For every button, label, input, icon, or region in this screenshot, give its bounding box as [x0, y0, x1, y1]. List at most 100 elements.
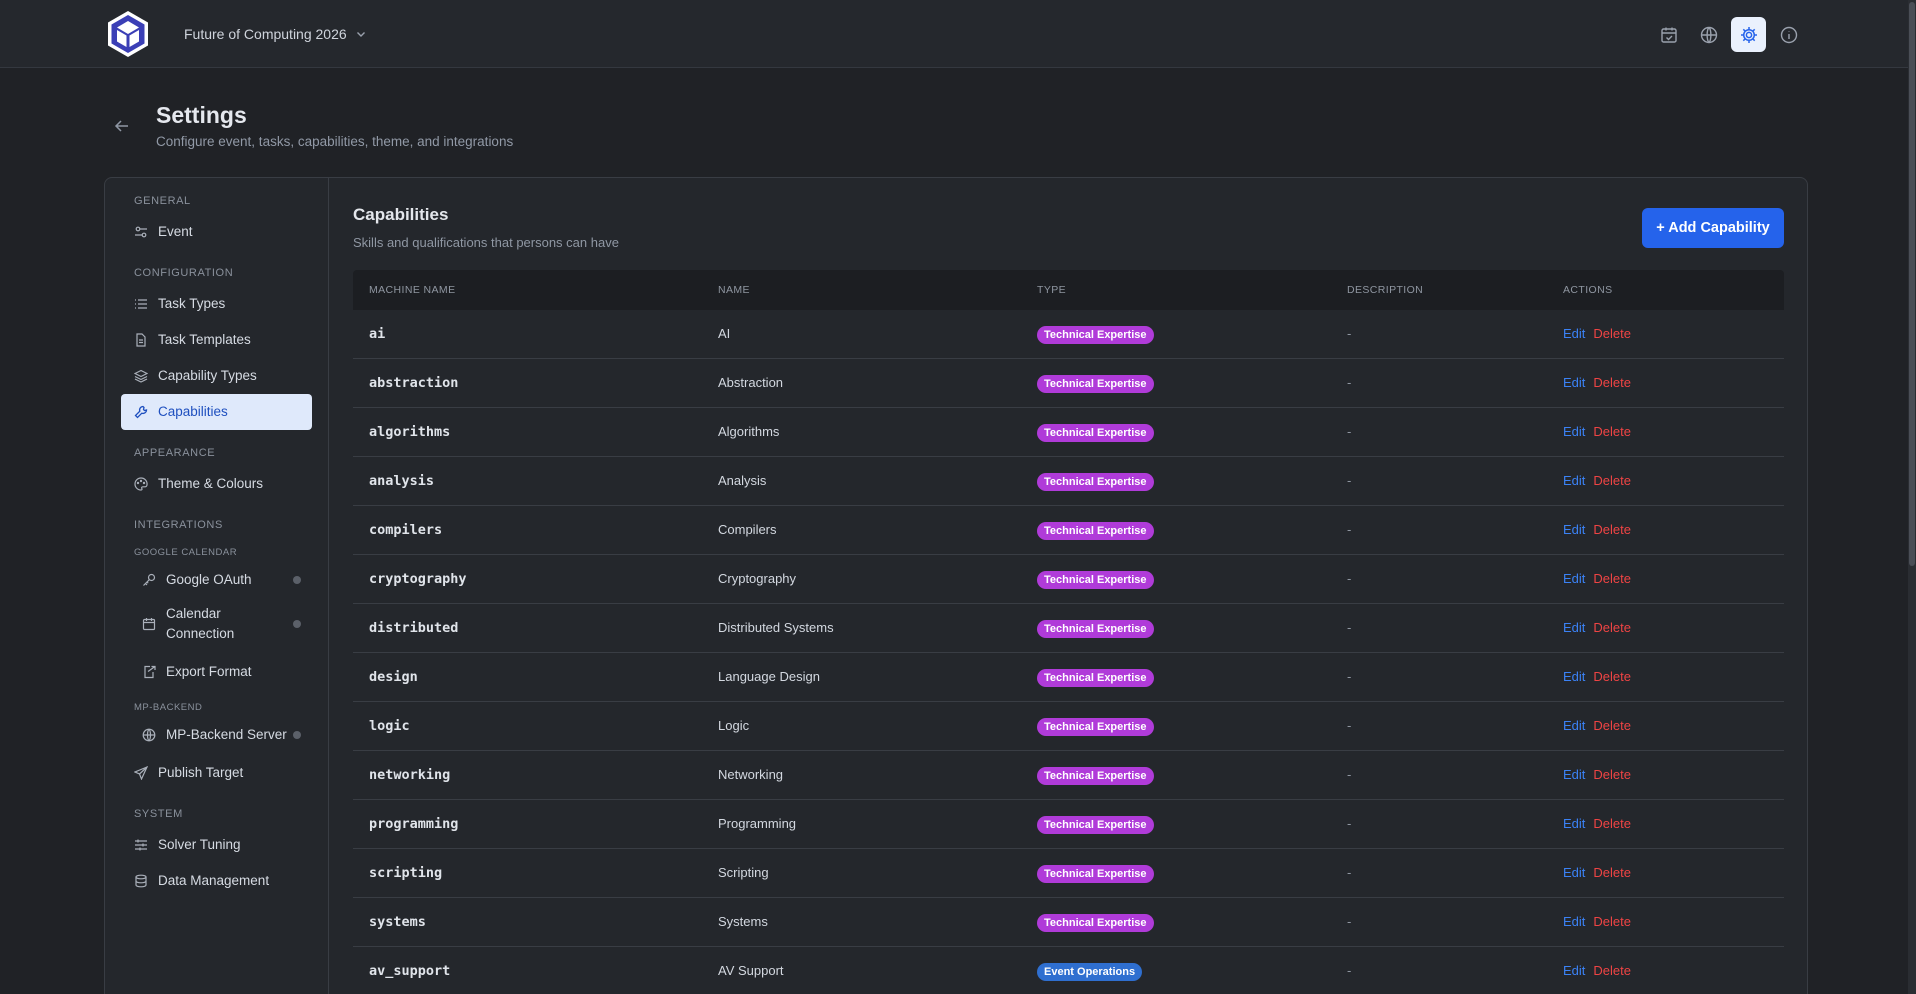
delete-button[interactable]: Delete: [1593, 963, 1631, 978]
type-badge: Technical Expertise: [1037, 374, 1154, 393]
delete-button[interactable]: Delete: [1593, 620, 1631, 635]
sidebar-item-label: Calendar Connection: [166, 606, 235, 641]
delete-button[interactable]: Delete: [1593, 767, 1631, 782]
edit-button[interactable]: Edit: [1563, 326, 1585, 341]
sidebar-item-label: MP-Backend Server: [166, 727, 287, 743]
type-badge: Technical Expertise: [1037, 717, 1154, 736]
globe-icon[interactable]: [1691, 17, 1726, 52]
scrollbar-thumb[interactable]: [1909, 2, 1915, 566]
delete-button[interactable]: Delete: [1593, 424, 1631, 439]
section-general: GENERAL: [134, 195, 191, 207]
edit-button[interactable]: Edit: [1563, 865, 1585, 880]
info-icon[interactable]: [1771, 17, 1806, 52]
machine-name: systems: [369, 914, 426, 930]
delete-button[interactable]: Delete: [1593, 473, 1631, 488]
sidebar-item-label: Solver Tuning: [158, 837, 241, 853]
column-header-type[interactable]: TYPE: [1037, 284, 1347, 296]
capability-name: Distributed Systems: [718, 620, 834, 635]
edit-button[interactable]: Edit: [1563, 718, 1585, 733]
edit-button[interactable]: Edit: [1563, 473, 1585, 488]
type-badge: Technical Expertise: [1037, 864, 1154, 883]
scrollbar[interactable]: [1908, 0, 1916, 994]
sidebar-item-task-templates[interactable]: Task Templates: [121, 322, 312, 358]
chevron-down-icon: [356, 32, 365, 37]
status-dot: [293, 731, 301, 739]
sidebar-item-event[interactable]: Event: [121, 214, 312, 250]
delete-button[interactable]: Delete: [1593, 522, 1631, 537]
edit-button[interactable]: Edit: [1563, 914, 1585, 929]
edit-button[interactable]: Edit: [1563, 571, 1585, 586]
delete-button[interactable]: Delete: [1593, 816, 1631, 831]
page-title: Settings: [156, 102, 247, 128]
sidebar-item-data-management[interactable]: Data Management: [121, 863, 312, 899]
back-arrow-icon[interactable]: [112, 116, 132, 136]
capability-name: Cryptography: [718, 571, 797, 586]
sidebar-item-label: Capabilities: [158, 404, 228, 420]
sidebar-item-task-types[interactable]: Task Types: [121, 286, 312, 322]
edit-button[interactable]: Edit: [1563, 816, 1585, 831]
delete-button[interactable]: Delete: [1593, 718, 1631, 733]
sidebar-item-google-oauth[interactable]: Google OAuth: [121, 562, 312, 598]
add-capability-button[interactable]: + Add Capability: [1642, 208, 1784, 248]
sidebar-item-publish-target[interactable]: Publish Target: [121, 755, 312, 791]
capability-description: -: [1347, 718, 1352, 733]
event-selector[interactable]: Future of Computing 2026: [184, 26, 367, 42]
sidebar-item-solver-tuning[interactable]: Solver Tuning: [121, 827, 312, 863]
app-logo[interactable]: [106, 10, 150, 58]
sliders-icon: [135, 226, 147, 238]
settings-sidebar: GENERAL Event CONFIGURATION Task Types T…: [105, 178, 329, 994]
sidebar-item-export-format[interactable]: Export Format: [121, 654, 312, 690]
type-badge: Technical Expertise: [1037, 423, 1154, 442]
section-title: Capabilities: [353, 205, 449, 224]
edit-button[interactable]: Edit: [1563, 669, 1585, 684]
layers-icon: [134, 369, 148, 383]
sidebar-item-capability-types[interactable]: Capability Types: [121, 358, 312, 394]
database-icon: [135, 874, 147, 888]
calendar-check-icon[interactable]: [1651, 17, 1686, 52]
delete-button[interactable]: Delete: [1593, 669, 1631, 684]
export-icon: [144, 665, 156, 679]
machine-name: scripting: [369, 865, 443, 881]
event-name: Future of Computing 2026: [184, 26, 347, 42]
capability-name: Logic: [718, 718, 750, 733]
delete-button[interactable]: Delete: [1593, 375, 1631, 390]
capability-name: Language Design: [718, 669, 820, 684]
table-row: compilers Compilers Technical Expertise - Ed…: [353, 506, 1784, 555]
sidebar-item-theme[interactable]: Theme & Colours: [121, 466, 312, 502]
column-header-name[interactable]: NAME: [718, 284, 1037, 296]
delete-button[interactable]: Delete: [1593, 571, 1631, 586]
machine-name: ai: [369, 326, 386, 342]
subsection-mp-backend: MP-BACKEND: [134, 702, 203, 713]
section-description: Skills and qualifications that persons c…: [353, 235, 619, 250]
column-header-machine-name[interactable]: MACHINE NAME: [353, 284, 718, 296]
sidebar-item-mp-backend-server[interactable]: MP-Backend Server: [121, 717, 312, 753]
edit-button[interactable]: Edit: [1563, 963, 1585, 978]
sidebar-item-label: Capability Types: [158, 368, 257, 384]
sidebar-item-label: Task Types: [158, 296, 226, 312]
gear-icon[interactable]: [1731, 17, 1766, 52]
sidebar-item-label: Export Format: [166, 664, 252, 680]
table-row: scripting Scripting Technical Expertise - Ed…: [353, 849, 1784, 898]
sidebar-item-label: Event: [158, 224, 193, 240]
edit-button[interactable]: Edit: [1563, 424, 1585, 439]
edit-button[interactable]: Edit: [1563, 620, 1585, 635]
machine-name: design: [369, 669, 418, 685]
delete-button[interactable]: Delete: [1593, 865, 1631, 880]
capability-description: -: [1347, 473, 1352, 488]
delete-button[interactable]: Delete: [1593, 326, 1631, 341]
sidebar-item-capabilities[interactable]: Capabilities: [121, 394, 312, 430]
machine-name: analysis: [369, 473, 435, 489]
edit-button[interactable]: Edit: [1563, 375, 1585, 390]
table-row: programming Programming Technical Expertis…: [353, 800, 1784, 849]
delete-button[interactable]: Delete: [1593, 914, 1631, 929]
edit-button[interactable]: Edit: [1563, 522, 1585, 537]
capabilities-table: MACHINE NAME NAME TYPE DESCRIPTION ACTIO…: [353, 270, 1784, 994]
top-bar: Future of Computing 2026: [0, 0, 1916, 68]
column-header-actions: ACTIONS: [1563, 284, 1613, 296]
table-row: cryptography Cryptography Technical Expert…: [353, 555, 1784, 604]
sidebar-item-calendar-connection[interactable]: Calendar Connection: [121, 598, 312, 650]
machine-name: cryptography: [369, 571, 467, 587]
column-header-description[interactable]: DESCRIPTION: [1347, 284, 1563, 296]
edit-button[interactable]: Edit: [1563, 767, 1585, 782]
table-row: abstraction Abstraction Technical Expertis…: [353, 359, 1784, 408]
